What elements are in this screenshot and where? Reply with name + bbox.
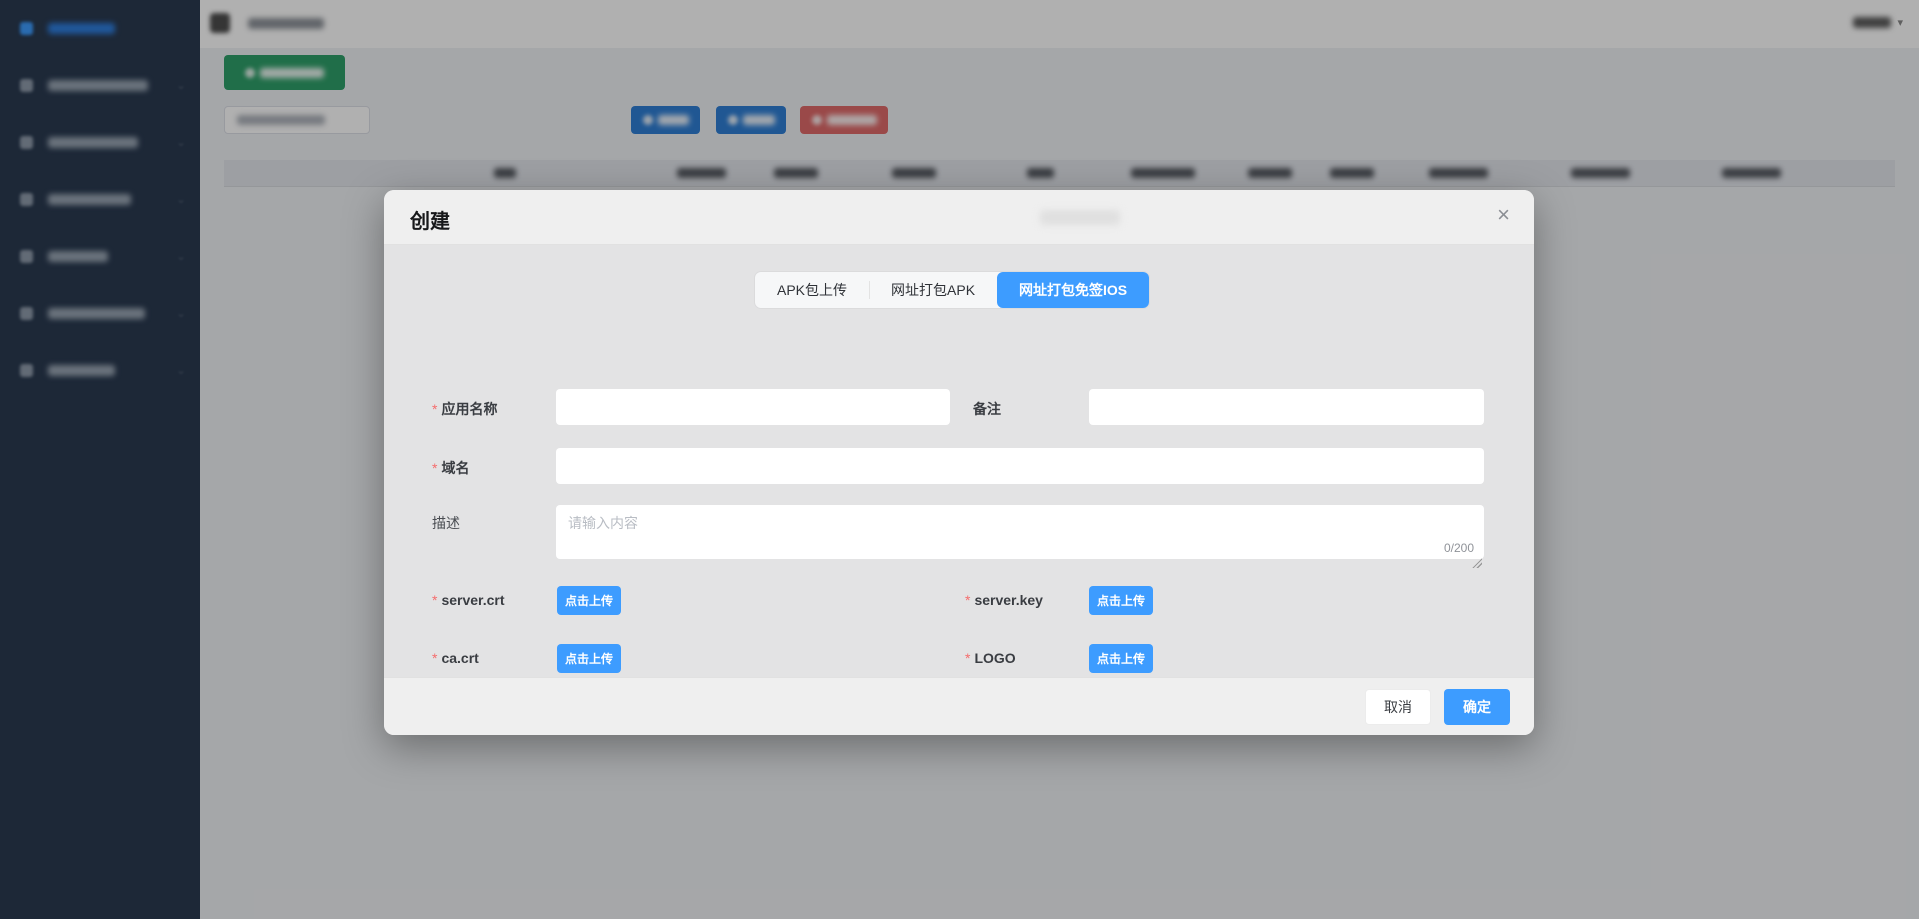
dialog-title: 创建 (410, 205, 450, 234)
cancel-button[interactable]: 取消 (1365, 689, 1431, 725)
server-key-label: *server.key (965, 592, 1043, 608)
ghost-watermark (1040, 210, 1120, 225)
required-marker: * (432, 401, 437, 417)
upload-type-tabs: APK包上传 网址打包APK 网址打包免签IOS (755, 272, 1149, 308)
resize-handle-icon[interactable] (1471, 557, 1482, 568)
remark-label: 备注 (973, 399, 1001, 419)
server-crt-upload-button[interactable]: 点击上传 (557, 586, 621, 615)
ca-crt-label: *ca.crt (432, 650, 479, 666)
server-crt-label: *server.crt (432, 592, 505, 608)
create-dialog: 创建 × APK包上传 网址打包APK 网址打包免签IOS *应用名称 备注 *… (384, 190, 1534, 735)
remark-input[interactable] (1089, 389, 1484, 425)
description-label: 描述 (432, 513, 460, 533)
dialog-footer: 取消 确定 (384, 677, 1534, 735)
logo-upload-button[interactable]: 点击上传 (1089, 644, 1153, 673)
domain-input[interactable] (556, 448, 1484, 484)
app-name-input[interactable] (556, 389, 950, 425)
required-marker: * (432, 460, 437, 476)
description-textarea[interactable] (556, 505, 1484, 559)
required-marker: * (965, 650, 970, 666)
server-key-upload-button[interactable]: 点击上传 (1089, 586, 1153, 615)
required-marker: * (432, 650, 437, 666)
ca-crt-upload-button[interactable]: 点击上传 (557, 644, 621, 673)
logo-label: *LOGO (965, 650, 1016, 666)
dialog-header: 创建 × (384, 190, 1534, 245)
app-name-label: *应用名称 (432, 399, 497, 419)
char-counter: 0/200 (1444, 541, 1474, 555)
confirm-button[interactable]: 确定 (1444, 689, 1510, 725)
required-marker: * (965, 592, 970, 608)
dialog-body: APK包上传 网址打包APK 网址打包免签IOS *应用名称 备注 *域名 描述… (384, 245, 1534, 677)
tab-url-pack-ios[interactable]: 网址打包免签IOS (997, 272, 1149, 308)
close-icon[interactable]: × (1497, 204, 1510, 226)
description-field: 0/200 (556, 505, 1484, 559)
tab-url-pack-apk[interactable]: 网址打包APK (869, 272, 997, 308)
required-marker: * (432, 592, 437, 608)
domain-label: *域名 (432, 458, 469, 478)
tab-apk-upload[interactable]: APK包上传 (755, 272, 869, 308)
